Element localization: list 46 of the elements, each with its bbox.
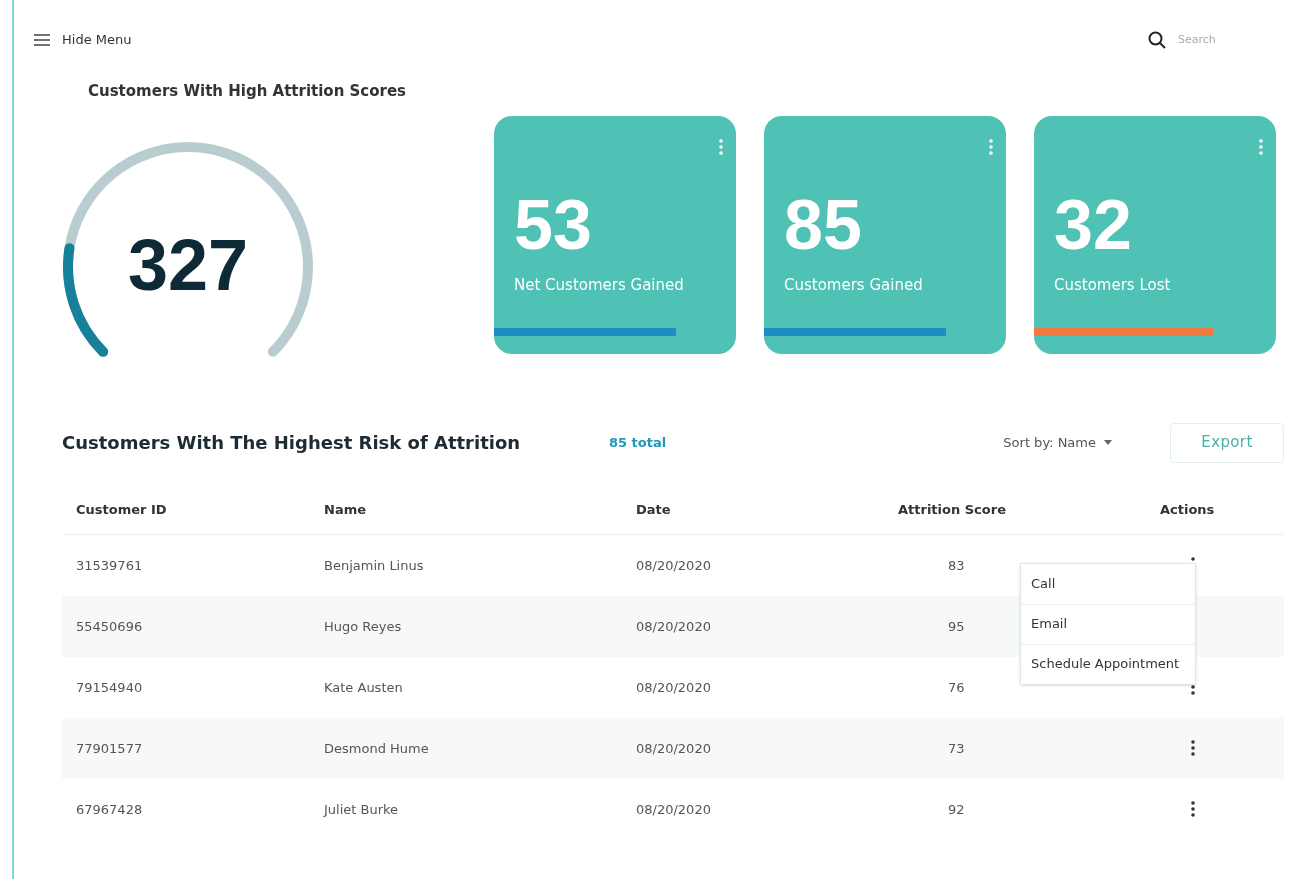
menu-item[interactable]: Schedule Appointment bbox=[1021, 643, 1195, 684]
table-cell: Kate Austen bbox=[324, 680, 403, 695]
table-cell: 08/20/2020 bbox=[636, 558, 711, 573]
table-cell: 67967428 bbox=[76, 802, 143, 817]
total-count: 85 total bbox=[609, 433, 667, 452]
gauge-value: 327 bbox=[127, 228, 249, 301]
table-cell: Desmond Hume bbox=[324, 741, 429, 756]
stat-label: Customers Gained bbox=[784, 275, 923, 296]
menu-item[interactable]: Email bbox=[1021, 603, 1195, 644]
menu-item[interactable]: Call bbox=[1021, 563, 1195, 604]
stat-value: 85 bbox=[784, 190, 862, 260]
column-header: Actions bbox=[1160, 502, 1215, 517]
column-header: Attrition Score bbox=[898, 502, 1006, 517]
more-icon[interactable] bbox=[1190, 800, 1196, 818]
caret-icon bbox=[1104, 440, 1112, 445]
table-cell: 77901577 bbox=[76, 741, 143, 756]
table-cell: 08/20/2020 bbox=[636, 619, 711, 634]
table-cell: 31539761 bbox=[76, 558, 143, 573]
search-icon bbox=[1148, 31, 1166, 49]
stat-value: 53 bbox=[514, 190, 592, 260]
column-header: Date bbox=[636, 502, 671, 517]
table-cell: Hugo Reyes bbox=[324, 619, 402, 634]
table-cell: Juliet Burke bbox=[324, 802, 399, 817]
gauge-title: Customers With High Attrition Scores bbox=[87, 81, 407, 102]
table-cell: 83 bbox=[948, 558, 965, 573]
stat-label: Customers Lost bbox=[1054, 275, 1171, 296]
table-cell: 79154940 bbox=[76, 680, 143, 695]
hide-menu-button[interactable]: Hide Menu bbox=[34, 30, 132, 50]
table-title: Customers With The Highest Risk of Attrition bbox=[62, 431, 522, 455]
table-cell: 92 bbox=[948, 802, 965, 817]
table-cell: 08/20/2020 bbox=[636, 741, 711, 756]
menu-icon bbox=[34, 34, 50, 46]
table-cell: 76 bbox=[948, 680, 965, 695]
more-icon[interactable] bbox=[1190, 739, 1196, 757]
table-cell: 95 bbox=[948, 619, 965, 634]
stat-value: 32 bbox=[1054, 190, 1132, 260]
sort-dropdown[interactable]: Sort by: Name bbox=[1003, 432, 1112, 453]
table-cell: 08/20/2020 bbox=[636, 680, 711, 695]
column-header: Name bbox=[324, 502, 366, 517]
column-header: Customer ID bbox=[76, 502, 167, 517]
table-cell: 08/20/2020 bbox=[636, 802, 711, 817]
table-cell: 73 bbox=[948, 741, 965, 756]
table-cell: Benjamin Linus bbox=[324, 558, 424, 573]
stat-label: Net Customers Gained bbox=[514, 275, 684, 296]
search-field[interactable]: Search bbox=[1178, 31, 1238, 49]
table-cell: 55450696 bbox=[76, 619, 143, 634]
